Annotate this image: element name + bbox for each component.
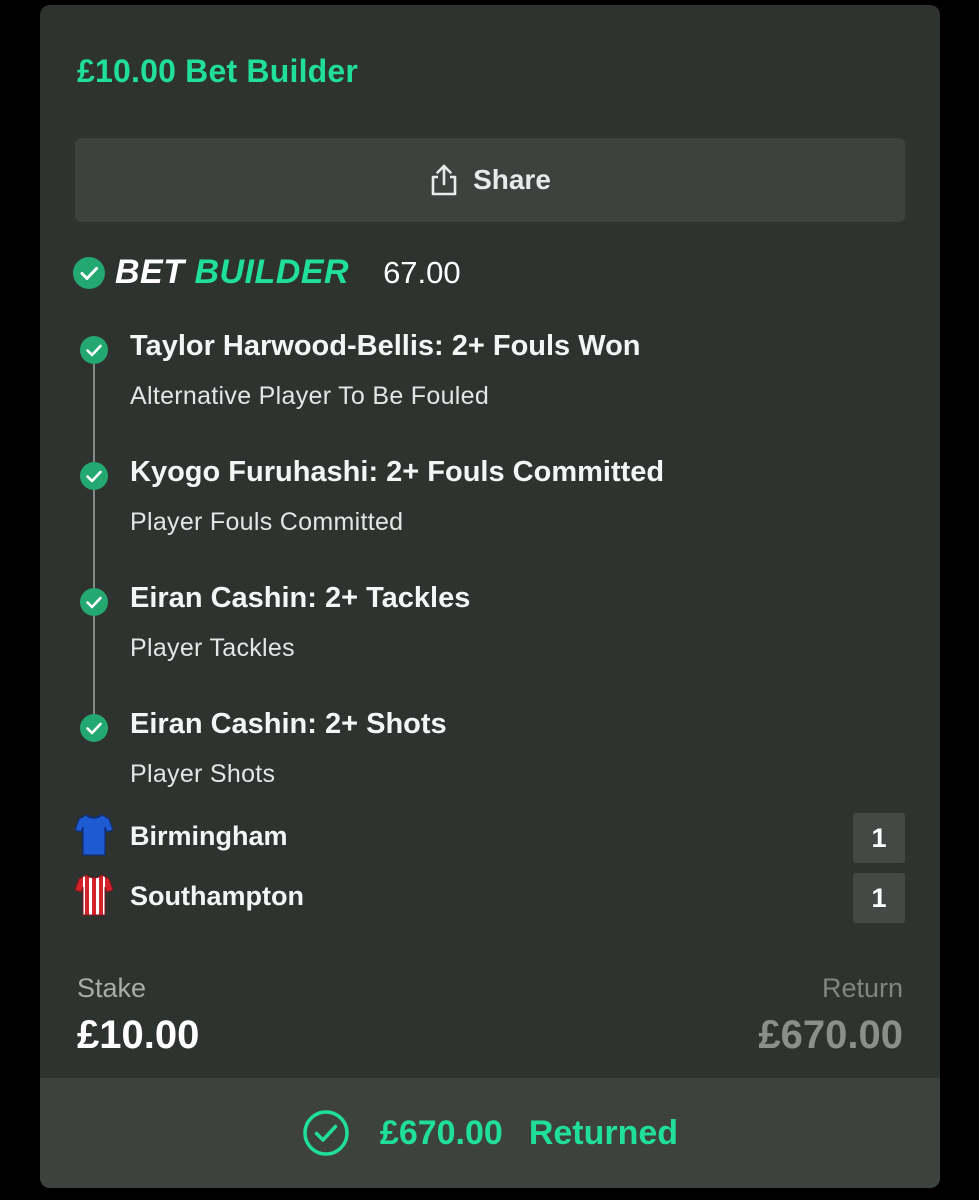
- team-name: Birmingham: [130, 821, 288, 851]
- leg-market: Alternative Player To Be Fouled: [130, 382, 490, 410]
- bet-builder-logo: BET BUILDER: [115, 253, 350, 291]
- return-label: Return: [821, 973, 903, 1003]
- share-button[interactable]: Share: [75, 138, 905, 222]
- team-name: Southampton: [130, 881, 304, 911]
- leg-market: Player Shots: [130, 760, 276, 788]
- team-score: 1: [853, 873, 905, 923]
- bet-card: £10.00 Bet Builder Share BET BUILDER 67.…: [40, 5, 940, 1188]
- team-row-home: Birmingham 1: [75, 813, 905, 863]
- stake-label: Stake: [77, 973, 147, 1003]
- leg-market: Player Tackles: [130, 634, 295, 662]
- check-circle-icon: [80, 462, 108, 490]
- timeline-line: [93, 350, 95, 725]
- blue-shirt-icon: [75, 814, 113, 856]
- returned-amount: £670.00: [379, 1113, 503, 1152]
- bet-builder-header: BET BUILDER 67.00: [73, 253, 461, 292]
- check-circle-icon: [73, 256, 105, 289]
- check-circle-icon: [80, 588, 108, 616]
- share-label: Share: [473, 164, 551, 195]
- team-score: 1: [853, 813, 905, 863]
- team-row-away: Southampton 1: [75, 873, 905, 923]
- bet-title: £10.00 Bet Builder: [77, 53, 359, 89]
- check-circle-outline-icon: [303, 1110, 349, 1156]
- stake-value: £10.00: [77, 1013, 200, 1057]
- returned-status: Returned: [528, 1113, 679, 1152]
- check-circle-icon: [80, 714, 108, 742]
- red-white-striped-shirt-icon: [75, 874, 113, 916]
- leg-title: Kyogo Furuhashi: 2+ Fouls Committed: [130, 456, 665, 488]
- leg-title: Eiran Cashin: 2+ Tackles: [130, 582, 471, 614]
- return-value: £670.00: [758, 1013, 903, 1057]
- returned-footer: £670.00 Returned: [40, 1078, 940, 1188]
- check-circle-icon: [80, 336, 108, 364]
- leg-market: Player Fouls Committed: [130, 508, 404, 536]
- leg-title: Eiran Cashin: 2+ Shots: [130, 708, 447, 740]
- share-icon: [431, 164, 457, 196]
- leg-title: Taylor Harwood-Bellis: 2+ Fouls Won: [130, 330, 641, 362]
- bet-odds: 67.00: [383, 254, 461, 290]
